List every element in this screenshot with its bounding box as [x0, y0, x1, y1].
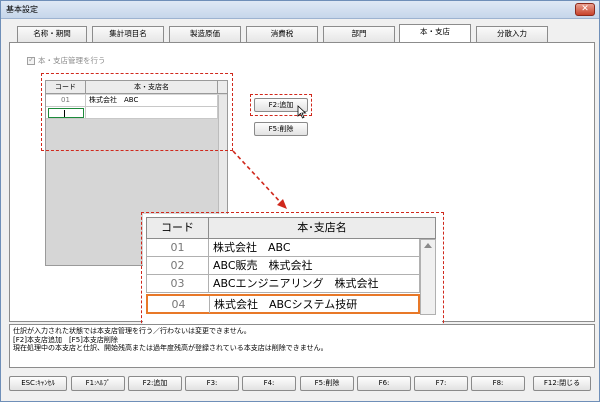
- f8-button[interactable]: F8:: [471, 376, 525, 391]
- tab-strip: 名称・期間 集計項目名 製造原価 消費税 部門 本・支店 分散入力: [17, 24, 595, 42]
- f6-button[interactable]: F6:: [357, 376, 411, 391]
- callout-border: [141, 212, 444, 328]
- message-line: 仕訳が入力された状態では本支店管理を行う／行わないは変更できません。: [13, 327, 251, 335]
- title-bar: 基本設定 ✕: [1, 1, 599, 19]
- esc-cancel-button[interactable]: ESC:ｷｬﾝｾﾙ: [9, 376, 67, 391]
- checkmark-icon: [27, 55, 35, 65]
- tab-branch[interactable]: 本・支店: [399, 24, 471, 42]
- mouse-pointer-icon: [297, 105, 307, 119]
- f5-delete-button[interactable]: F5:削除: [300, 376, 354, 391]
- message-area: 仕訳が入力された状態では本支店管理を行う／行わないは変更できません。 [F2]本…: [9, 324, 595, 368]
- tab-name-period[interactable]: 名称・期間: [17, 26, 87, 42]
- f4-button[interactable]: F4:: [242, 376, 296, 391]
- f1-help-button[interactable]: F1:ﾍﾙﾌﾟ: [71, 376, 125, 391]
- message-line: [F2]本支店追加 [F5]本支店削除: [13, 336, 118, 344]
- f3-button[interactable]: F3:: [185, 376, 239, 391]
- branch-management-label: 本・支店管理を行う: [38, 56, 106, 65]
- f12-close-button[interactable]: F12:閉じる: [533, 376, 591, 391]
- tab-distributed-input[interactable]: 分散入力: [476, 26, 548, 42]
- tab-consumption-tax[interactable]: 消費税: [246, 26, 318, 42]
- callout-arrow-icon: [232, 150, 287, 209]
- tab-department[interactable]: 部門: [323, 26, 395, 42]
- delete-branch-button[interactable]: F5:削除: [254, 122, 308, 136]
- f2-add-button[interactable]: F2:追加: [128, 376, 182, 391]
- tab-summary-items[interactable]: 集計項目名: [92, 26, 164, 42]
- window-title: 基本設定: [6, 5, 38, 14]
- close-button[interactable]: ✕: [575, 3, 595, 16]
- grid-highlight-box: [41, 73, 233, 151]
- function-key-bar: ESC:ｷｬﾝｾﾙ F1:ﾍﾙﾌﾟ F2:追加 F3: F4: F5:削除 F6…: [1, 371, 600, 397]
- f7-button[interactable]: F7:: [414, 376, 468, 391]
- branch-management-option: 本・支店管理を行う: [27, 55, 106, 66]
- message-line: 現在処理中の本支店と仕訳、開始残高または過年度残高が登録されている本支店は削除で…: [13, 344, 328, 352]
- tab-manufacturing-cost[interactable]: 製造原価: [169, 26, 241, 42]
- settings-window: 基本設定 ✕ 名称・期間 集計項目名 製造原価 消費税 部門 本・支店 分散入力…: [0, 0, 600, 402]
